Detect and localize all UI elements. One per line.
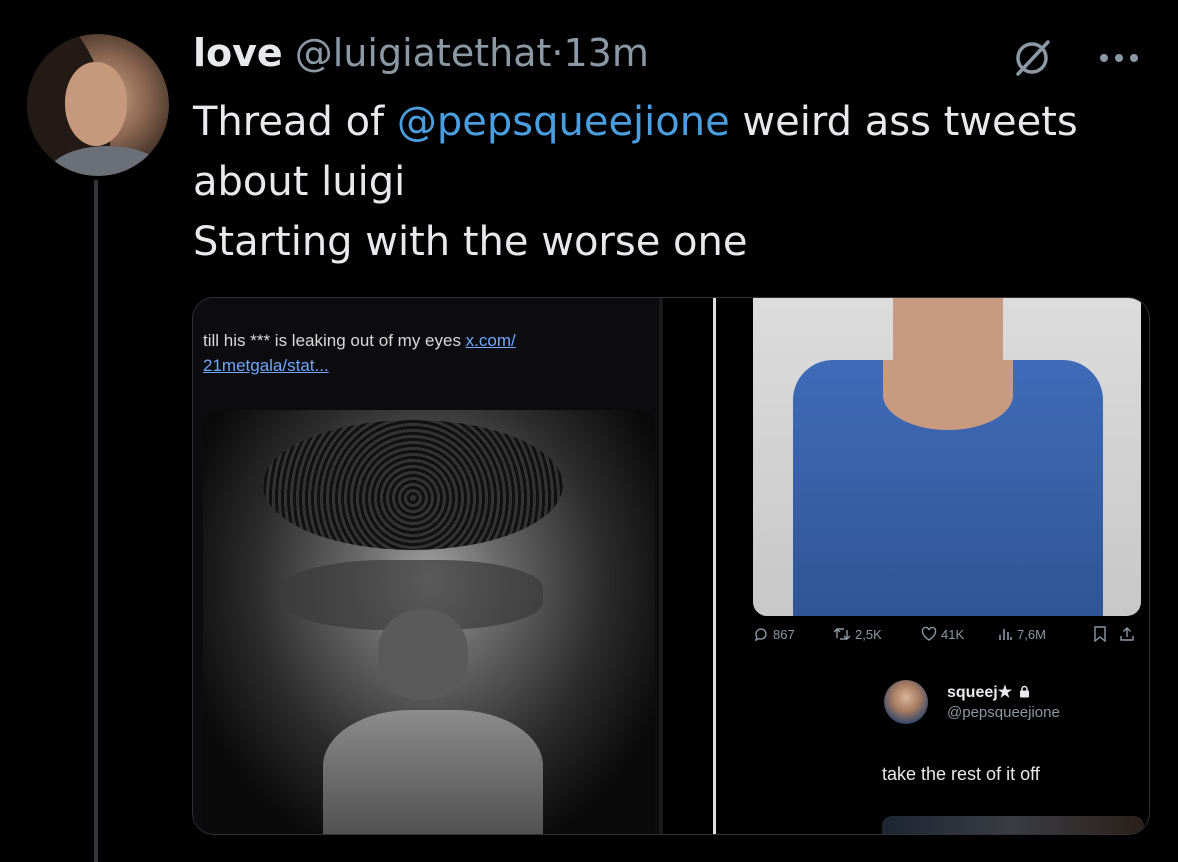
heart-icon [921, 626, 937, 641]
like-stat: 41K [921, 626, 964, 642]
mention-link[interactable]: @pepsqueejione [397, 99, 730, 145]
embedded-thread-line [713, 298, 716, 834]
reply-text: take the rest of it off [882, 764, 1040, 784]
views-count: 7,6M [1017, 626, 1046, 642]
reply-name-text: squeej★ [947, 684, 1013, 701]
photo-collar [883, 360, 1013, 430]
media-right-screenshot: 867 2,5K 41K 7,6M squeej★ @pepsqueejione… [663, 298, 1149, 834]
reply-stat: 867 [753, 626, 795, 642]
photo-nose [378, 610, 468, 700]
tweet-time[interactable]: 13m [564, 31, 649, 75]
thread-connector-line [94, 180, 98, 862]
more-dot [1100, 54, 1108, 62]
share-icon [1120, 627, 1134, 641]
grok-icon[interactable] [1010, 36, 1054, 80]
views-icon [999, 629, 1012, 640]
like-count: 41K [941, 626, 965, 642]
reply-author-handle: @pepsqueejione [947, 704, 1060, 721]
tweet-text-before: Thread of [193, 99, 397, 145]
reply-author-name: squeej★ [947, 682, 1030, 702]
more-icon[interactable] [1096, 48, 1142, 68]
author-handle[interactable]: @luigiatethat [295, 31, 552, 75]
author-name[interactable]: love [193, 31, 283, 75]
views-stat: 7,6M [997, 626, 1046, 642]
repost-count: 2,5K [855, 626, 882, 642]
bookmark-stat [1093, 626, 1107, 642]
more-dot [1115, 54, 1123, 62]
reply-avatar [884, 680, 928, 724]
photo-hands [323, 710, 543, 834]
repost-stat: 2,5K [833, 626, 882, 642]
reply-icon [754, 628, 767, 642]
tweet-text-line2: Starting with the worse one [193, 219, 748, 265]
repost-icon [833, 628, 851, 640]
tweet-text: Thread of @pepsqueejione weird ass tweet… [193, 92, 1158, 272]
tweet-media[interactable]: till his *** is leaking out of my eyes x… [192, 297, 1150, 835]
tweet-header: love @luigiatethat·13m [193, 28, 649, 78]
avatar-face [65, 62, 127, 146]
next-media-preview [882, 816, 1144, 834]
author-avatar[interactable] [27, 34, 169, 176]
media-left-screenshot: till his *** is leaking out of my eyes x… [193, 298, 659, 834]
screenshot-caption: till his *** is leaking out of my eyes x… [203, 328, 643, 378]
photo-hair [263, 420, 563, 550]
more-dot [1130, 54, 1138, 62]
reply-count: 867 [773, 626, 795, 642]
separator-dot: · [551, 31, 564, 75]
share-stat [1119, 626, 1135, 642]
lock-icon [1020, 685, 1030, 698]
vest-photo [753, 298, 1141, 616]
caption-text: till his *** is leaking out of my eyes [203, 331, 466, 350]
bookmark-icon [1094, 626, 1106, 642]
bw-portrait-photo [203, 410, 655, 834]
embedded-action-bar: 867 2,5K 41K 7,6M [753, 626, 1143, 648]
